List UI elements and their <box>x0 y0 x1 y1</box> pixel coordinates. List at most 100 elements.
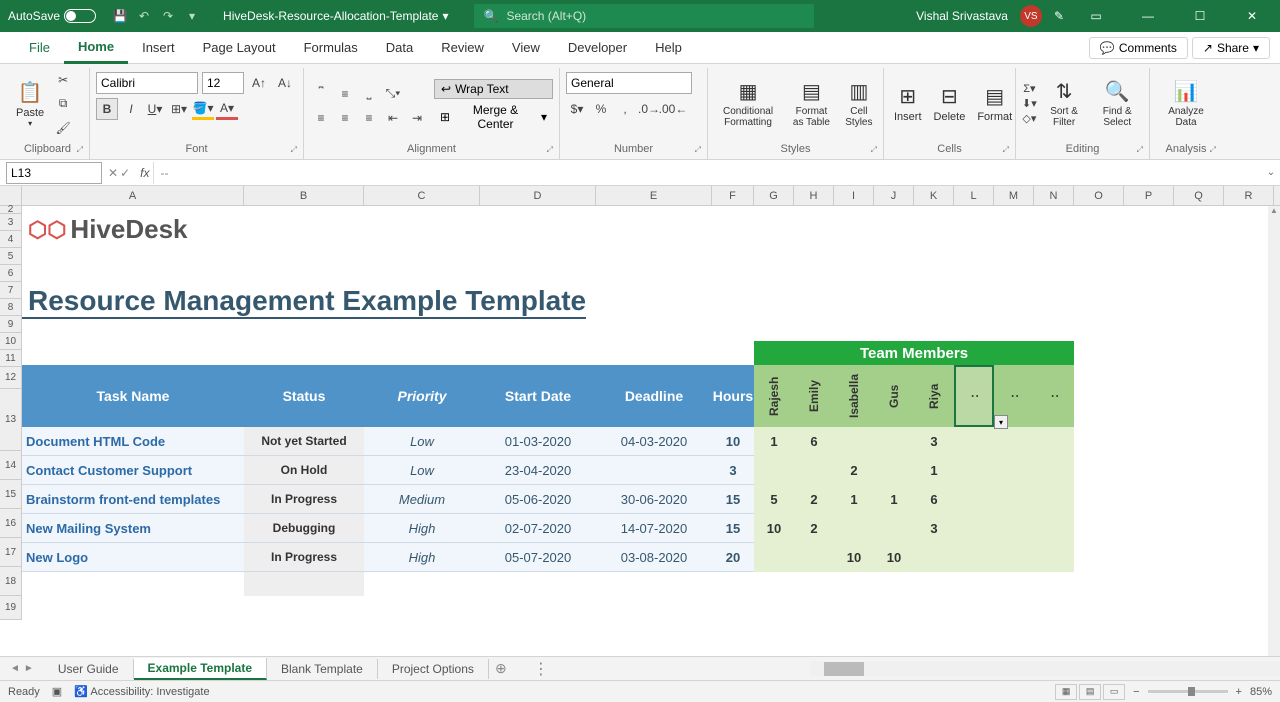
hours-cell[interactable]: 15 <box>712 485 754 513</box>
allocation-cell[interactable] <box>994 427 1034 456</box>
currency-icon[interactable]: $▾ <box>566 98 588 120</box>
allocation-cell[interactable] <box>954 543 994 572</box>
status-cell[interactable]: In Progress <box>244 485 364 513</box>
col-header[interactable]: D <box>480 186 596 205</box>
member-cell[interactable]: : <box>1034 365 1074 427</box>
sheet-tab-user-guide[interactable]: User Guide <box>44 659 134 679</box>
task-name-cell[interactable]: Brainstorm front-end templates <box>22 485 244 513</box>
member-cell[interactable]: Isabella <box>834 365 874 427</box>
allocation-cell[interactable]: 6 <box>914 485 954 514</box>
row-header[interactable]: 15 <box>0 480 22 509</box>
col-header[interactable]: B <box>244 186 364 205</box>
allocation-cell[interactable]: 5 <box>754 485 794 514</box>
col-header[interactable]: J <box>874 186 914 205</box>
col-header[interactable]: K <box>914 186 954 205</box>
redo-icon[interactable]: ↷ <box>160 8 176 24</box>
tab-data[interactable]: Data <box>372 32 427 64</box>
align-top-icon[interactable]: ⎴ <box>310 83 332 105</box>
task-name-cell[interactable]: Document HTML Code <box>22 427 244 455</box>
ribbon-display-icon[interactable]: ▭ <box>1076 0 1116 32</box>
increase-decimal-icon[interactable]: .0→ <box>638 98 660 120</box>
align-left-icon[interactable]: ≡ <box>310 107 332 129</box>
row-header[interactable]: 8 <box>0 299 22 316</box>
decrease-indent-icon[interactable]: ⇤ <box>382 107 404 129</box>
priority-cell[interactable]: High <box>364 514 480 542</box>
share-button[interactable]: ↗ Share ▾ <box>1192 37 1270 59</box>
save-icon[interactable]: 💾 <box>112 8 128 24</box>
allocation-cell[interactable] <box>794 543 834 572</box>
deadline-cell[interactable]: 14-07-2020 <box>596 514 712 542</box>
comments-button[interactable]: 💬 Comments <box>1089 37 1188 59</box>
start-date-cell[interactable]: 05-06-2020 <box>480 485 596 513</box>
align-center-icon[interactable]: ≡ <box>334 107 356 129</box>
member-cell[interactable]: Gus <box>874 365 914 427</box>
allocation-cell[interactable]: 3 <box>914 427 954 456</box>
row-header[interactable]: 17 <box>0 538 22 567</box>
horizontal-scrollbar[interactable] <box>810 662 1280 676</box>
tab-help[interactable]: Help <box>641 32 696 64</box>
find-select-button[interactable]: 🔍Find & Select <box>1091 68 1143 139</box>
start-date-cell[interactable]: 05-07-2020 <box>480 543 596 571</box>
format-cells-button[interactable]: ▤Format <box>973 68 1016 139</box>
allocation-cell[interactable]: 2 <box>794 485 834 514</box>
hours-cell[interactable]: 15 <box>712 514 754 542</box>
zoom-slider[interactable] <box>1148 690 1228 693</box>
allocation-cell[interactable] <box>1034 485 1074 514</box>
allocation-cell[interactable] <box>834 514 874 543</box>
priority-cell[interactable]: Low <box>364 427 480 455</box>
col-header[interactable]: C <box>364 186 480 205</box>
tab-page-layout[interactable]: Page Layout <box>189 32 290 64</box>
vertical-scrollbar[interactable] <box>1268 206 1280 656</box>
cut-icon[interactable]: ✂ <box>52 69 74 91</box>
fill-color-button[interactable]: 🪣▾ <box>192 98 214 120</box>
user-avatar[interactable]: VS <box>1020 5 1042 27</box>
col-header[interactable]: O <box>1074 186 1124 205</box>
insert-cells-button[interactable]: ⊞Insert <box>890 68 926 139</box>
clear-icon[interactable]: ◇▾ <box>1022 112 1037 125</box>
allocation-cell[interactable]: 6 <box>794 427 834 456</box>
row-header[interactable]: 13 <box>0 389 22 451</box>
member-cell[interactable]: Riya <box>914 365 954 427</box>
wrap-text-button[interactable]: ↩ Wrap Text <box>434 79 553 99</box>
copy-icon[interactable]: ⧉ <box>52 93 74 115</box>
row-header[interactable]: 12 <box>0 367 22 389</box>
normal-view-icon[interactable]: ▦ <box>1055 684 1077 700</box>
conditional-formatting-button[interactable]: ▦Conditional Formatting <box>714 68 782 139</box>
empty-status-cell[interactable] <box>244 572 364 596</box>
task-name-cell[interactable]: Contact Customer Support <box>22 456 244 484</box>
bold-button[interactable]: B <box>96 98 118 120</box>
decrease-decimal-icon[interactable]: .00← <box>662 98 684 120</box>
comma-icon[interactable]: , <box>614 98 636 120</box>
allocation-cell[interactable] <box>994 543 1034 572</box>
delete-cells-button[interactable]: ⊟Delete <box>930 68 970 139</box>
allocation-cell[interactable]: 1 <box>834 485 874 514</box>
row-header[interactable]: 4 <box>0 231 22 248</box>
page-layout-view-icon[interactable]: ▤ <box>1079 684 1101 700</box>
tab-nav-first-icon[interactable]: ◄ <box>10 663 20 674</box>
col-header[interactable]: L <box>954 186 994 205</box>
row-header[interactable]: 11 <box>0 350 22 367</box>
sheet-tab-example-template[interactable]: Example Template <box>134 658 267 680</box>
start-date-cell[interactable]: 01-03-2020 <box>480 427 596 455</box>
allocation-cell[interactable] <box>954 514 994 543</box>
hours-cell[interactable]: 20 <box>712 543 754 571</box>
sheet-tab-blank-template[interactable]: Blank Template <box>267 659 378 679</box>
col-header[interactable]: H <box>794 186 834 205</box>
row-header[interactable]: 18 <box>0 567 22 596</box>
allocation-cell[interactable] <box>994 514 1034 543</box>
close-button[interactable]: ✕ <box>1232 0 1272 32</box>
deadline-cell[interactable] <box>596 456 712 484</box>
task-name-cell[interactable]: New Mailing System <box>22 514 244 542</box>
col-header[interactable]: F <box>712 186 754 205</box>
autosave-toggle[interactable]: AutoSave <box>0 9 104 23</box>
percent-icon[interactable]: % <box>590 98 612 120</box>
allocation-cell[interactable] <box>874 514 914 543</box>
tab-review[interactable]: Review <box>427 32 498 64</box>
status-cell[interactable]: Debugging <box>244 514 364 542</box>
allocation-cell[interactable]: 10 <box>754 514 794 543</box>
search-box[interactable]: 🔍 Search (Alt+Q) <box>474 4 814 28</box>
row-header[interactable]: 6 <box>0 265 22 282</box>
fx-icon[interactable]: fx <box>136 166 153 180</box>
pen-icon[interactable]: ✎ <box>1054 9 1064 23</box>
col-header[interactable]: P <box>1124 186 1174 205</box>
